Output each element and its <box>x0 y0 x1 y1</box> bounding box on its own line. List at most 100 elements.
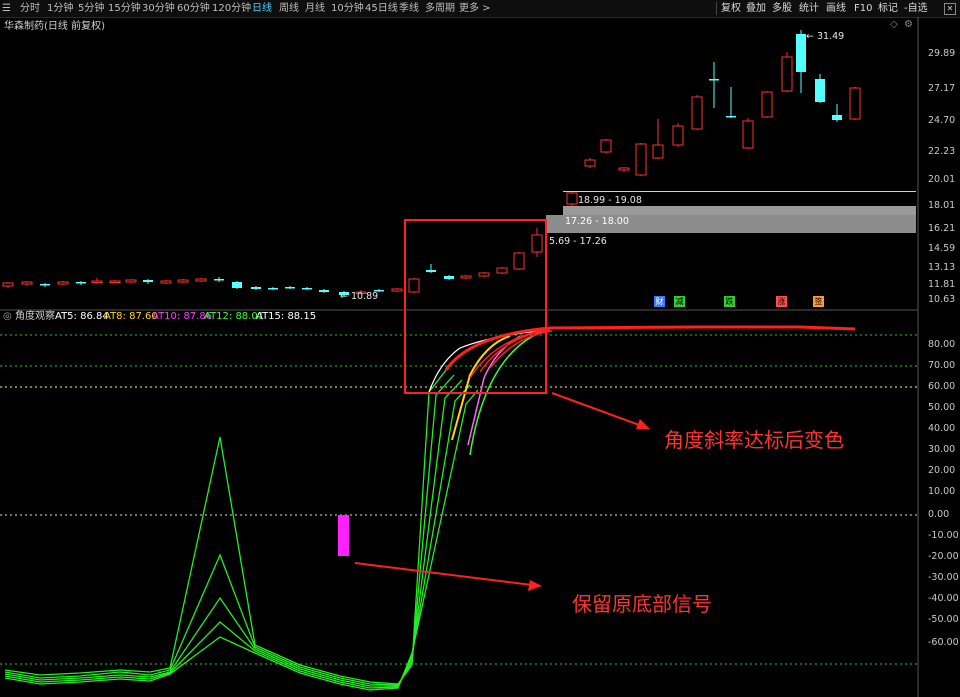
indicator-axis-label: -50.00 <box>928 614 959 625</box>
candle-body <box>742 120 754 149</box>
event-tag-down[interactable]: 跌 <box>724 296 735 307</box>
candle-body <box>391 288 403 292</box>
cost-range-label-3: 5.69 - 17.26 <box>549 236 607 247</box>
candle-body <box>460 275 472 279</box>
candle-body <box>691 96 703 130</box>
event-tag-up[interactable]: 涨 <box>776 296 787 307</box>
indicator-axis-label: 0.00 <box>928 509 950 520</box>
cost-range-bar-2 <box>563 206 916 216</box>
arrow-angle <box>551 392 643 427</box>
candle-body <box>143 280 153 282</box>
indicator-line-at4 <box>4 389 479 691</box>
event-tag-reduce[interactable]: 减 <box>674 296 685 307</box>
candle-body <box>160 280 172 284</box>
candle-body <box>125 279 137 283</box>
indicator-line-red-top <box>444 325 856 371</box>
indicator-line-at3 <box>4 384 471 689</box>
annotation-bottom: 保留原底部信号 <box>572 592 712 616</box>
candle-body <box>285 287 295 289</box>
indicator-axis-label: -30.00 <box>928 572 959 583</box>
price-axis-label: 18.01 <box>928 200 956 211</box>
candle-body <box>709 79 719 81</box>
candle-body <box>76 282 86 284</box>
candle-body <box>781 56 793 92</box>
candlestick-series <box>2 30 861 297</box>
indicator-line-at1 <box>4 374 455 686</box>
candle-body <box>268 288 278 290</box>
candle-body <box>672 125 684 146</box>
candle-body <box>2 282 14 287</box>
candle-body <box>496 267 508 274</box>
price-axis-label: 14.59 <box>928 243 956 254</box>
arrow-bottom <box>354 562 533 586</box>
chart-canvas[interactable] <box>0 0 960 697</box>
indicator-axis-label: 30.00 <box>928 444 956 455</box>
indicator-axis-label: -40.00 <box>928 593 959 604</box>
candle-body <box>109 280 121 283</box>
indicator-value-at8: AT8: 87.60 <box>104 311 158 322</box>
candle-body <box>40 284 50 286</box>
cost-range-label-2: 17.26 - 18.00 <box>565 216 629 227</box>
candle-body <box>478 272 490 277</box>
candle-body <box>232 282 242 288</box>
indicator-value-at5: AT5: 86.84 <box>55 311 109 322</box>
indicator-axis-label: 20.00 <box>928 465 956 476</box>
price-low-label: ← 10.89 <box>340 291 379 302</box>
candle-body <box>584 159 596 167</box>
candle-body <box>832 115 842 120</box>
indicator-lines <box>4 325 856 691</box>
candle-body <box>531 234 543 253</box>
candle-body <box>21 281 33 285</box>
indicator-name: 角度观察 <box>15 311 55 322</box>
candle-body <box>177 279 189 283</box>
indicator-axis-label: 80.00 <box>928 339 956 350</box>
candle-body <box>251 287 261 289</box>
candle-body <box>426 270 436 272</box>
price-axis-label: 24.70 <box>928 115 956 126</box>
candle-body <box>618 167 630 171</box>
candle-body <box>302 288 312 290</box>
candle-body <box>652 144 664 159</box>
indicator-axis-label: 60.00 <box>928 381 956 392</box>
indicator-axis-label: 40.00 <box>928 423 956 434</box>
candle-body <box>815 79 825 102</box>
indicator-axis-label: -60.00 <box>928 637 959 648</box>
candle-body <box>796 34 806 72</box>
bottom-signal-bar <box>338 515 349 556</box>
indicator-axis-label: 70.00 <box>928 360 956 371</box>
candle-body <box>444 276 454 279</box>
candle-body <box>214 279 224 281</box>
annotation-angle: 角度斜率达标后变色 <box>664 428 844 452</box>
price-axis-label: 16.21 <box>928 223 956 234</box>
indicator-line-at0 <box>4 369 447 685</box>
indicator-value-at15: AT15: 88.15 <box>256 311 317 322</box>
indicator-menu-icon[interactable]: ◎ <box>3 310 12 324</box>
candle-body <box>761 91 773 118</box>
candle-body <box>635 143 647 176</box>
candle-body <box>319 290 329 292</box>
candle-body <box>513 252 525 270</box>
indicator-axis-label: 10.00 <box>928 486 956 497</box>
candle-body <box>566 192 578 205</box>
indicator-axis-label: -20.00 <box>928 551 959 562</box>
cost-range-label-1: 18.99 - 19.08 <box>578 195 642 206</box>
candle-body <box>726 116 736 118</box>
candle-body <box>849 87 861 120</box>
price-axis-label: 22.23 <box>928 146 956 157</box>
price-axis-label: 13.13 <box>928 262 956 273</box>
cost-range-bar-1 <box>563 191 916 192</box>
candle-body <box>600 139 612 153</box>
arrow-bottom-head <box>528 580 542 591</box>
indicator-axis-label: -10.00 <box>928 530 959 541</box>
event-tag-finance[interactable]: 财 <box>654 296 665 307</box>
price-axis-label: 29.89 <box>928 48 956 59</box>
event-tag-sign[interactable]: 签 <box>813 296 824 307</box>
price-axis-label: 27.17 <box>928 83 956 94</box>
price-high-label: ← 31.49 <box>806 31 845 42</box>
price-axis-label: 10.63 <box>928 294 956 305</box>
price-axis-label: 20.01 <box>928 174 956 185</box>
arrow-angle-head <box>636 419 650 429</box>
price-axis-label: 11.81 <box>928 279 956 290</box>
candle-body <box>91 280 103 283</box>
candle-body <box>195 278 207 282</box>
